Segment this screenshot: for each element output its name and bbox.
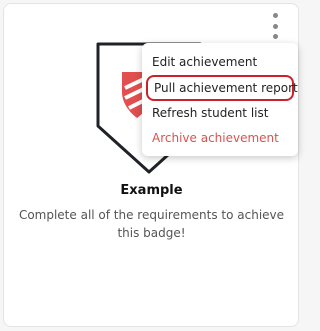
kebab-dot [272, 34, 278, 39]
achievement-menu: Edit achievement Pull achievement report… [142, 43, 298, 156]
edit-achievement-item[interactable]: Edit achievement [142, 50, 298, 74]
kebab-dot [272, 13, 278, 18]
achievement-description: Complete all of the requirements to achi… [18, 208, 285, 240]
refresh-student-list-item[interactable]: Refresh student list [142, 101, 298, 125]
achievement-title: Example [120, 183, 183, 198]
archive-achievement-item[interactable]: Archive achievement [142, 126, 298, 150]
more-vertical-icon[interactable] [266, 13, 284, 39]
pull-achievement-report-item[interactable]: Pull achievement report [146, 75, 298, 101]
kebab-dot [272, 23, 278, 29]
